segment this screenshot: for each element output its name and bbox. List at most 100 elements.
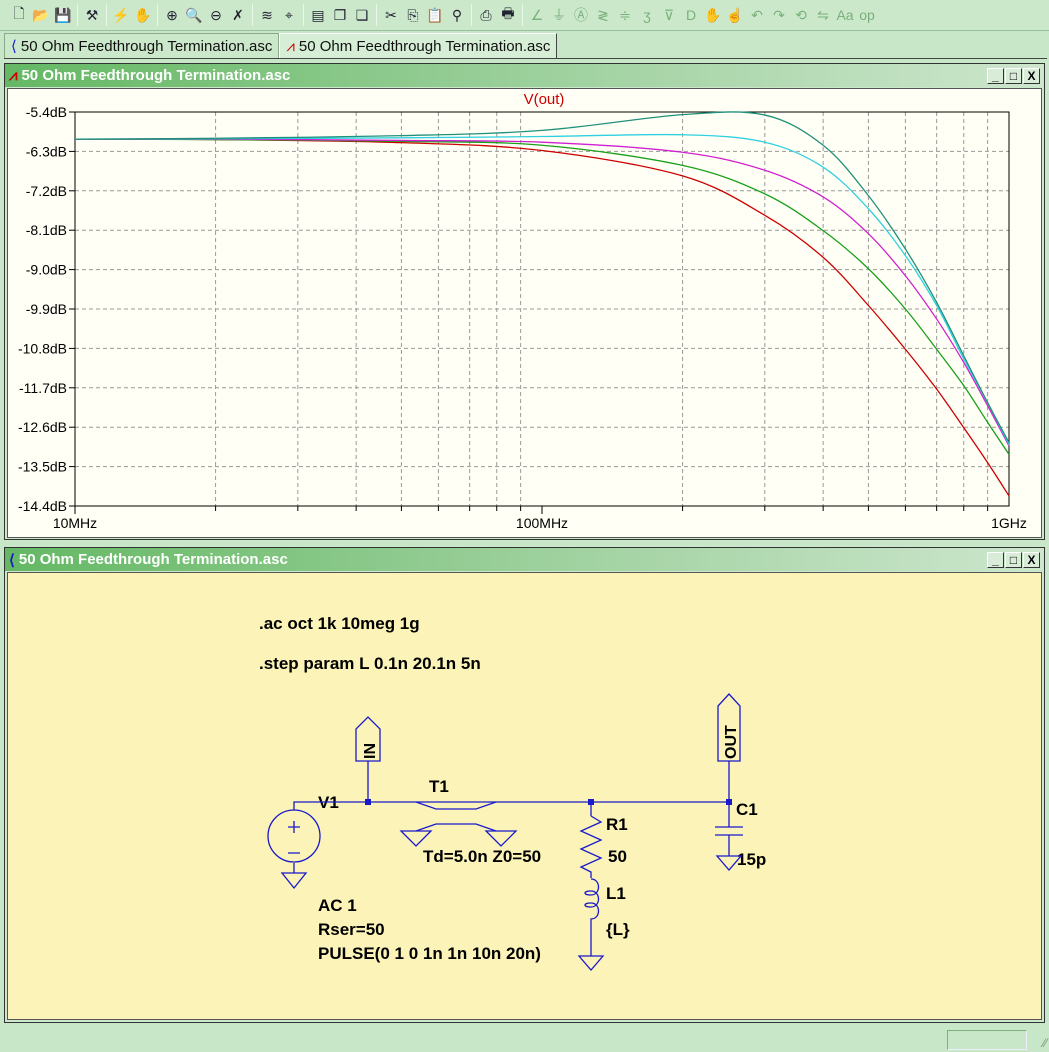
close-button[interactable]: X — [1023, 67, 1040, 84]
resize-grip-icon[interactable]: ⁄⁄ — [1043, 1036, 1047, 1050]
capacitor-c1[interactable] — [715, 826, 743, 836]
ac-directive[interactable]: .ac oct 1k 10meg 1g — [259, 614, 420, 633]
r1-value[interactable]: 50 — [608, 847, 627, 866]
t1-name[interactable]: T1 — [429, 777, 449, 796]
label-icon[interactable]: Ⓐ — [570, 4, 592, 26]
net-label-in[interactable]: IN — [355, 716, 381, 762]
r1-name[interactable]: R1 — [606, 815, 628, 834]
status-field — [947, 1030, 1027, 1050]
move-icon[interactable]: ✋ — [702, 4, 724, 26]
toolbar-separator — [522, 4, 523, 26]
mirror-icon[interactable]: ⇋ — [812, 4, 834, 26]
cascade-icon[interactable]: ❐ — [329, 4, 351, 26]
zoom-in-icon[interactable]: ⊕ — [161, 4, 183, 26]
paste-icon[interactable]: 📋 — [424, 4, 446, 26]
schematic-drawing[interactable]: .ac oct 1k 10meg 1g .step param L 0.1n 2… — [8, 573, 1043, 1021]
v1-ac[interactable]: AC 1 — [318, 896, 357, 915]
t1-value[interactable]: Td=5.0n Z0=50 — [423, 847, 541, 866]
tab-waveform[interactable]: ⩘ 50 Ohm Feedthrough Termination.asc — [279, 33, 558, 58]
schematic-icon: ⟨ — [11, 38, 17, 55]
plot-pane[interactable]: -5.4dB -6.3dB -7.2dB -8.1dB -9.0dB -9.9dB -10.… — [7, 88, 1042, 538]
open-icon[interactable]: 📂 — [30, 4, 52, 26]
cursor-icon[interactable]: ⌖ — [278, 4, 300, 26]
component-icon[interactable]: D — [680, 4, 702, 26]
v1-rser[interactable]: Rser=50 — [318, 920, 385, 939]
zoom-fit-icon[interactable]: 🔍 — [183, 4, 205, 26]
window-title: 50 Ohm Feedthrough Termination.asc — [21, 67, 291, 84]
bode-chart[interactable]: -5.4dB -6.3dB -7.2dB -8.1dB -9.0dB -9.9dB -10.… — [8, 89, 1043, 539]
l1-value[interactable]: {L} — [606, 920, 630, 939]
c1-value[interactable]: 15p — [737, 850, 766, 869]
drag-icon[interactable]: ☝ — [724, 4, 746, 26]
x-tick-label: 1GHz — [991, 515, 1027, 531]
schematic-window: ⟨ 50 Ohm Feedthrough Termination.asc _ □ X… — [4, 547, 1045, 1023]
transmission-line-t1[interactable] — [399, 801, 518, 847]
net-label-out[interactable]: OUT — [717, 693, 741, 762]
save-icon[interactable]: 💾 — [52, 4, 74, 26]
new-schematic-icon[interactable]: 🗋 — [8, 4, 30, 26]
y-tick-label: -11.7dB — [19, 380, 67, 396]
y-tick-label: -5.4dB — [26, 104, 67, 120]
wire-icon[interactable]: ∠ — [526, 4, 548, 26]
print-preview-icon[interactable]: ⎙ — [475, 4, 497, 26]
copy-icon[interactable]: ⎘ — [402, 4, 424, 26]
toolbar: 🗋 📂 💾 ⚒ ⚡ ✋ ⊕ 🔍 ⊖ ✗ ≋ ⌖ ▤ ❐ ❏ ✂ ⎘ 📋 ⚲ ⎙ 🖶 ∠ ⏚ Ⓐ ≷ ≑ ʒ ⊽ D ✋ ☝ ↶ ↷ ⟲ ⇋ Aa op — [0, 0, 1049, 31]
tile-horizontal-icon[interactable]: ▤ — [307, 4, 329, 26]
undo-icon[interactable]: ↶ — [746, 4, 768, 26]
waveform-icon: ⩘ — [286, 37, 295, 55]
schematic-titlebar[interactable]: ⟨ 50 Ohm Feedthrough Termination.asc _ □ X — [5, 548, 1044, 571]
toolbar-separator — [106, 4, 107, 26]
minimize-button[interactable]: _ — [987, 67, 1004, 84]
l1-name[interactable]: L1 — [606, 884, 626, 903]
zoom-out-icon[interactable]: ⊖ — [205, 4, 227, 26]
ground-icon — [577, 955, 605, 971]
voltage-source-v1[interactable] — [267, 809, 321, 863]
capacitor-icon[interactable]: ≑ — [614, 4, 636, 26]
diode-icon[interactable]: ⊽ — [658, 4, 680, 26]
text-icon[interactable]: Aa — [834, 4, 856, 26]
inductor-l1[interactable] — [584, 878, 600, 936]
v1-pulse[interactable]: PULSE(0 1 0 1n 1n 10n 20n) — [318, 944, 541, 963]
y-tick-label: -6.3dB — [26, 143, 67, 159]
x-tick-label: 10MHz — [53, 515, 97, 531]
tile-vertical-icon[interactable]: ❏ — [351, 4, 373, 26]
rotate-icon[interactable]: ⟲ — [790, 4, 812, 26]
halt-icon[interactable]: ✋ — [132, 4, 154, 26]
control-panel-icon[interactable]: ⚒ — [81, 4, 103, 26]
c1-name[interactable]: C1 — [736, 800, 758, 819]
y-tick-label: -7.2dB — [26, 183, 67, 199]
maximize-button[interactable]: □ — [1005, 551, 1022, 568]
junction — [726, 799, 732, 805]
toolbar-separator — [376, 4, 377, 26]
autorange-icon[interactable]: ≋ — [256, 4, 278, 26]
svg-text:IN: IN — [362, 743, 379, 759]
ground-icon[interactable]: ⏚ — [548, 4, 570, 26]
cut-icon[interactable]: ✂ — [380, 4, 402, 26]
resistor-r1[interactable] — [579, 815, 603, 878]
minimize-button[interactable]: _ — [987, 551, 1004, 568]
junction — [588, 799, 594, 805]
resistor-icon[interactable]: ≷ — [592, 4, 614, 26]
zoom-cancel-icon[interactable]: ✗ — [227, 4, 249, 26]
tab-schematic[interactable]: ⟨ 50 Ohm Feedthrough Termination.asc — [4, 33, 280, 58]
maximize-button[interactable]: □ — [1005, 67, 1022, 84]
chart-title[interactable]: V(out) — [524, 91, 565, 108]
spice-directive-icon[interactable]: op — [856, 4, 878, 26]
redo-icon[interactable]: ↷ — [768, 4, 790, 26]
step-directive[interactable]: .step param L 0.1n 20.1n 5n — [259, 654, 481, 673]
schematic-canvas[interactable]: .ac oct 1k 10meg 1g .step param L 0.1n 2… — [7, 572, 1042, 1020]
inductor-icon[interactable]: ʒ — [636, 4, 658, 26]
close-button[interactable]: X — [1023, 551, 1040, 568]
document-tabs: ⟨ 50 Ohm Feedthrough Termination.asc ⩘ 50 … — [4, 33, 1047, 59]
waveform-titlebar[interactable]: ⩘ 50 Ohm Feedthrough Termination.asc _ □ X — [5, 64, 1044, 87]
run-icon[interactable]: ⚡ — [110, 4, 132, 26]
toolbar-separator — [157, 4, 158, 26]
print-icon[interactable]: 🖶 — [497, 4, 519, 26]
find-icon[interactable]: ⚲ — [446, 4, 468, 26]
waveform-window: ⩘ 50 Ohm Feedthrough Termination.asc _ □ X… — [4, 63, 1045, 540]
window-title: 50 Ohm Feedthrough Termination.asc — [18, 551, 288, 568]
y-tick-label: -8.1dB — [26, 222, 67, 238]
y-tick-label: -10.8dB — [18, 340, 67, 356]
y-tick-label: -12.6dB — [18, 419, 67, 435]
x-tick-label: 100MHz — [516, 515, 568, 531]
